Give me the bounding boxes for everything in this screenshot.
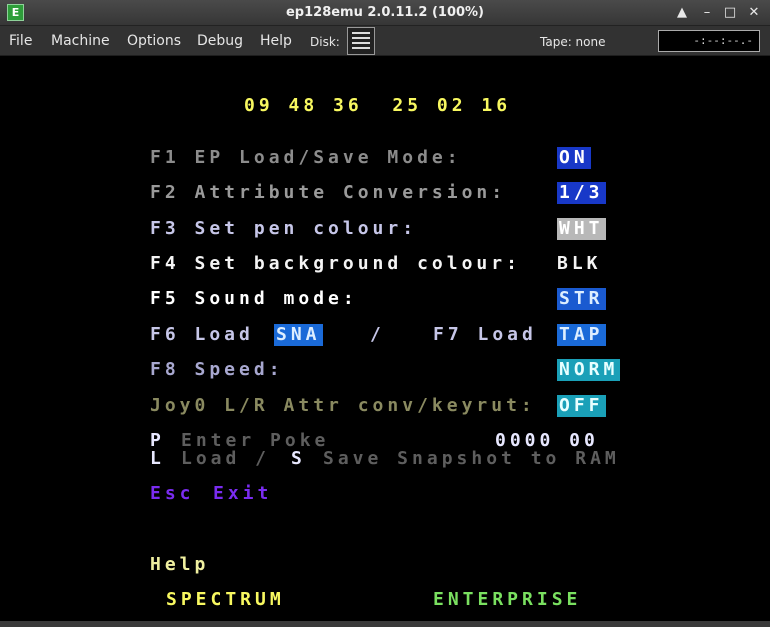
save-snapshot-label: Save Snapshot to RAM [323,448,620,469]
load-snapshot-key: L [150,448,165,469]
title-bar: E ep128emu 2.0.11.2 (100%) ▲ – □ ✕ [0,0,770,26]
f2-value: 1/3 [557,182,606,204]
menu-options[interactable]: Options [127,33,181,49]
f1-label: F1 EP Load/Save Mode: [150,147,462,168]
f8-label: F8 Speed: [150,359,284,380]
joy-value-box: OFF [557,395,606,417]
menu-file[interactable]: File [9,33,32,49]
maximize-button[interactable]: □ [721,4,739,22]
f4-label: F4 Set background colour: [150,253,521,274]
f7-value-box: TAP [557,324,606,346]
enterprise-label: ENTERPRISE [433,589,582,610]
help-label: Help [150,554,210,575]
f6-label: F6 Load [150,324,254,345]
f3-value: WHT [557,218,606,240]
menu-help[interactable]: Help [260,33,292,49]
f5-label: F5 Sound mode: [150,288,358,309]
f6-value-box: SNA [274,324,323,346]
f1-value: ON [557,147,591,169]
joy-value: OFF [557,395,606,417]
clock-display: 09 48 36 25 02 16 [244,95,512,116]
f3-label: F3 Set pen colour: [150,218,418,239]
minimize-button[interactable]: – [698,4,716,22]
emulator-screen[interactable]: 09 48 36 25 02 16 F1 EP Load/Save Mode: … [0,57,770,622]
f7-value: TAP [557,324,606,346]
tape-status: Tape: none [540,35,606,49]
menu-machine[interactable]: Machine [51,33,110,49]
load-snapshot-label: Load / [181,448,271,469]
f6-f7-separator: / [370,324,385,345]
spectrum-label: SPECTRUM [166,589,285,610]
f5-value-box: STR [557,288,606,310]
disk-label: Disk: [310,35,340,49]
f1-value-box: ON [557,147,591,169]
keep-above-button[interactable]: ▲ [673,4,691,22]
tape-counter: -:--:--.- [658,30,760,52]
save-snapshot-key: S [291,448,306,469]
f5-value: STR [557,288,606,310]
f7-label: F7 Load [433,324,537,345]
esc-label: Exit [213,483,273,504]
disk-indicator-icon[interactable] [347,27,375,55]
menu-bar: File Machine Options Debug Help Disk: Ta… [0,26,770,56]
close-button[interactable]: ✕ [745,4,763,22]
f4-value: BLK [557,253,602,274]
f2-label: F2 Attribute Conversion: [150,182,507,203]
window-title: ep128emu 2.0.11.2 (100%) [285,5,484,20]
f3-value-box: WHT [557,218,606,240]
f6-value: SNA [274,324,323,346]
esc-key: Esc [150,483,195,504]
joy-label: Joy0 L/R Attr conv/keyrut: [150,395,536,416]
f8-value: NORM [557,359,621,381]
f8-value-box: NORM [557,359,621,381]
menu-debug[interactable]: Debug [197,33,243,49]
status-strip [0,621,770,627]
f2-value-box: 1/3 [557,182,606,204]
